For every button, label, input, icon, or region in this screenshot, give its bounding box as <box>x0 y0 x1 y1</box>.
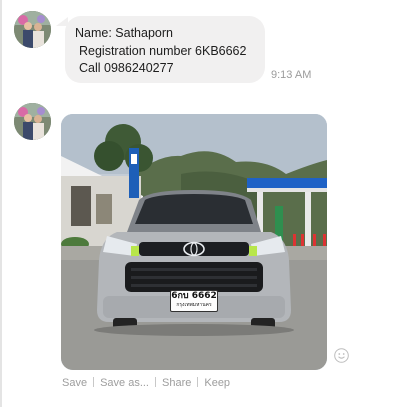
separator <box>197 377 199 387</box>
car-photo-image <box>61 114 327 370</box>
message-bubble[interactable]: Name: Sathaporn Registration number 6KB6… <box>65 16 265 83</box>
message-phone-line: Call 0986240277 <box>79 61 174 75</box>
plate-province: กรุงเทพมหานคร <box>176 302 212 308</box>
photo-actions: Save Save as... Share Keep <box>62 377 230 389</box>
message-registration-line: Registration number 6KB6662 <box>79 43 247 58</box>
attached-photo[interactable]: 6กบ 6662 กรุงเทพมหานคร <box>61 114 327 370</box>
plate-number: 6กบ 6662 <box>171 291 217 301</box>
save-button[interactable]: Save <box>62 377 87 389</box>
message-name-line: Name: Sathaporn <box>75 26 173 40</box>
save-as-button[interactable]: Save as... <box>100 377 149 389</box>
sender-avatar[interactable] <box>14 103 51 140</box>
license-plate: 6กบ 6662 กรุงเทพมหานคร <box>170 290 218 312</box>
sender-avatar[interactable] <box>14 11 51 48</box>
separator <box>93 377 95 387</box>
message-timestamp: 9:13 AM <box>271 69 312 81</box>
chat-thread: Name: Sathaporn Registration number 6KB6… <box>0 0 403 407</box>
smiley-icon[interactable] <box>334 348 349 363</box>
separator <box>155 377 156 387</box>
divider <box>0 0 2 407</box>
share-button[interactable]: Share <box>162 377 191 389</box>
keep-button[interactable]: Keep <box>204 377 230 389</box>
